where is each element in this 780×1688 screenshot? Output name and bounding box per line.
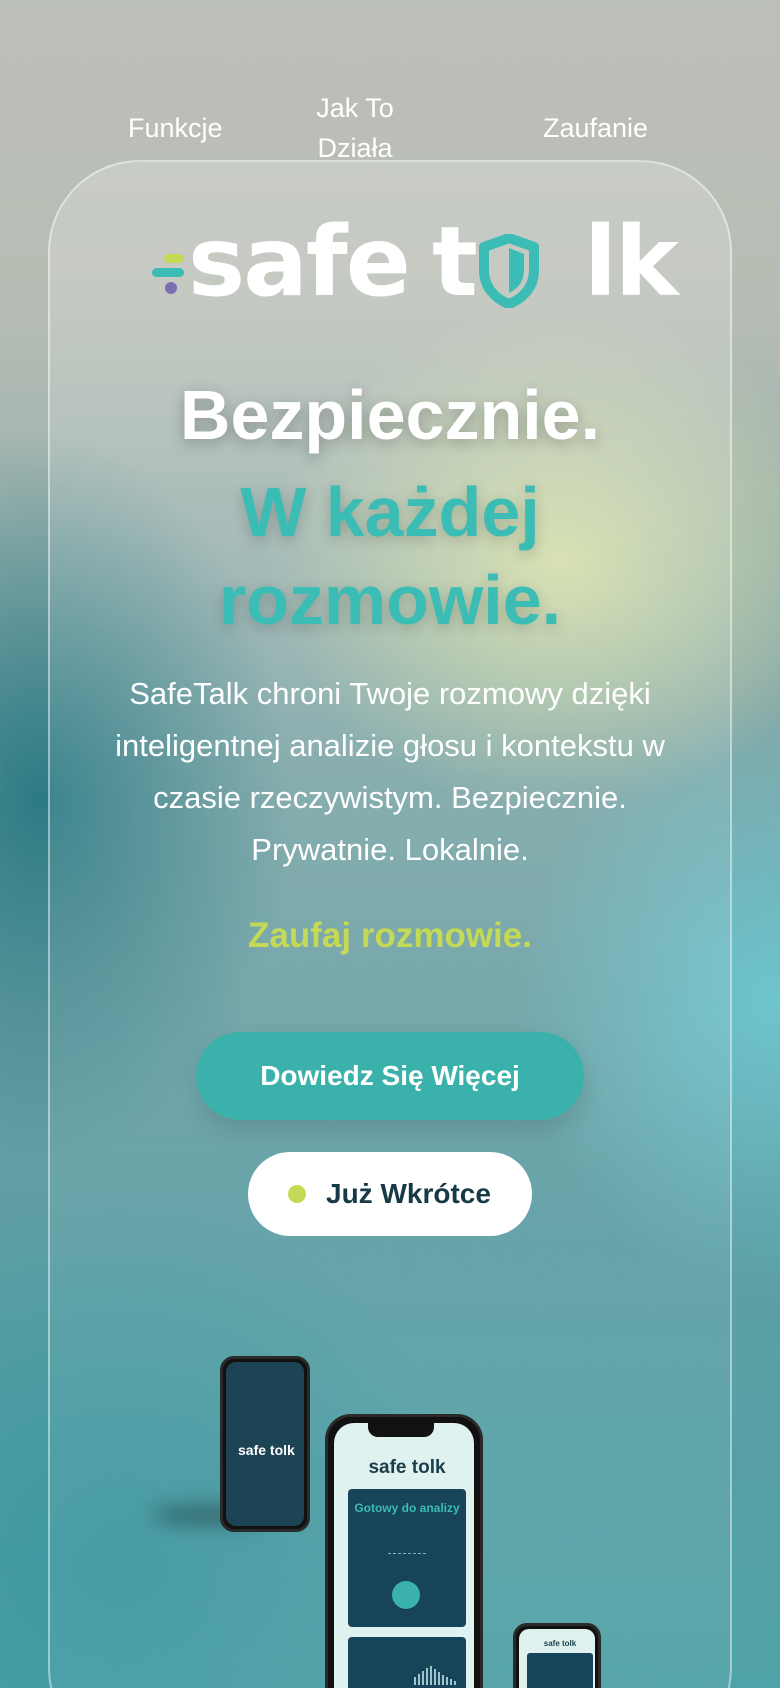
coming-soon-label: Już Wkrótce bbox=[326, 1178, 491, 1209]
top-nav: Funkcje Jak To Działa Zaufanie bbox=[0, 0, 780, 170]
phone-screen: safe tolk bbox=[519, 1629, 595, 1688]
logo-dots-icon bbox=[152, 254, 184, 294]
hero-description: SafeTalk chroni Twoje rozmowy dzięki int… bbox=[115, 676, 665, 867]
logo-letter-t: t bbox=[432, 206, 478, 318]
phone-mockup-tiny: safe tolk bbox=[513, 1623, 601, 1688]
analysis-panel-title: Gotowy do analizy bbox=[354, 1501, 460, 1515]
hero-title-line2: W każdej rozmowie. bbox=[218, 473, 562, 639]
waveform-icon bbox=[414, 1666, 456, 1685]
waveform-panel bbox=[348, 1637, 466, 1688]
phone-notch bbox=[368, 1423, 434, 1437]
phone-screen: safe tolk bbox=[226, 1362, 304, 1526]
nav-link-zaufanie[interactable]: Zaufanie bbox=[543, 108, 648, 148]
logo-word-safe: safe bbox=[188, 206, 411, 318]
phone-brand: safe tolk bbox=[543, 1639, 577, 1648]
phone-mockup-small: safe tolk bbox=[220, 1356, 310, 1532]
status-dot-icon bbox=[288, 1185, 306, 1203]
analysis-panel bbox=[527, 1653, 593, 1688]
nav-link-jak-to-dziala[interactable]: Jak To Działa bbox=[300, 88, 410, 168]
record-button bbox=[392, 1581, 420, 1609]
phone-brand: safe tolk bbox=[238, 1442, 295, 1458]
logo-word-lk: lk bbox=[584, 206, 679, 318]
hero-title-line1: Bezpiecznie. bbox=[179, 376, 601, 454]
phone-mockup-main: safe tolk Gotowy do analizy bbox=[325, 1414, 483, 1688]
phone-screen: safe tolk Gotowy do analizy bbox=[334, 1423, 474, 1688]
coming-soon-button[interactable]: Już Wkrótce bbox=[248, 1152, 532, 1236]
learn-more-button[interactable]: Dowiedz Się Więcej bbox=[196, 1032, 584, 1120]
analysis-panel: Gotowy do analizy bbox=[348, 1489, 466, 1627]
shield-icon bbox=[479, 234, 539, 308]
phone-brand: safe tolk bbox=[368, 1457, 446, 1478]
divider bbox=[388, 1553, 426, 1554]
hero-tagline: Zaufaj rozmowie. bbox=[248, 916, 532, 955]
nav-link-funkcje[interactable]: Funkcje bbox=[128, 108, 223, 148]
safetalk-logo: safe t lk bbox=[150, 206, 679, 322]
